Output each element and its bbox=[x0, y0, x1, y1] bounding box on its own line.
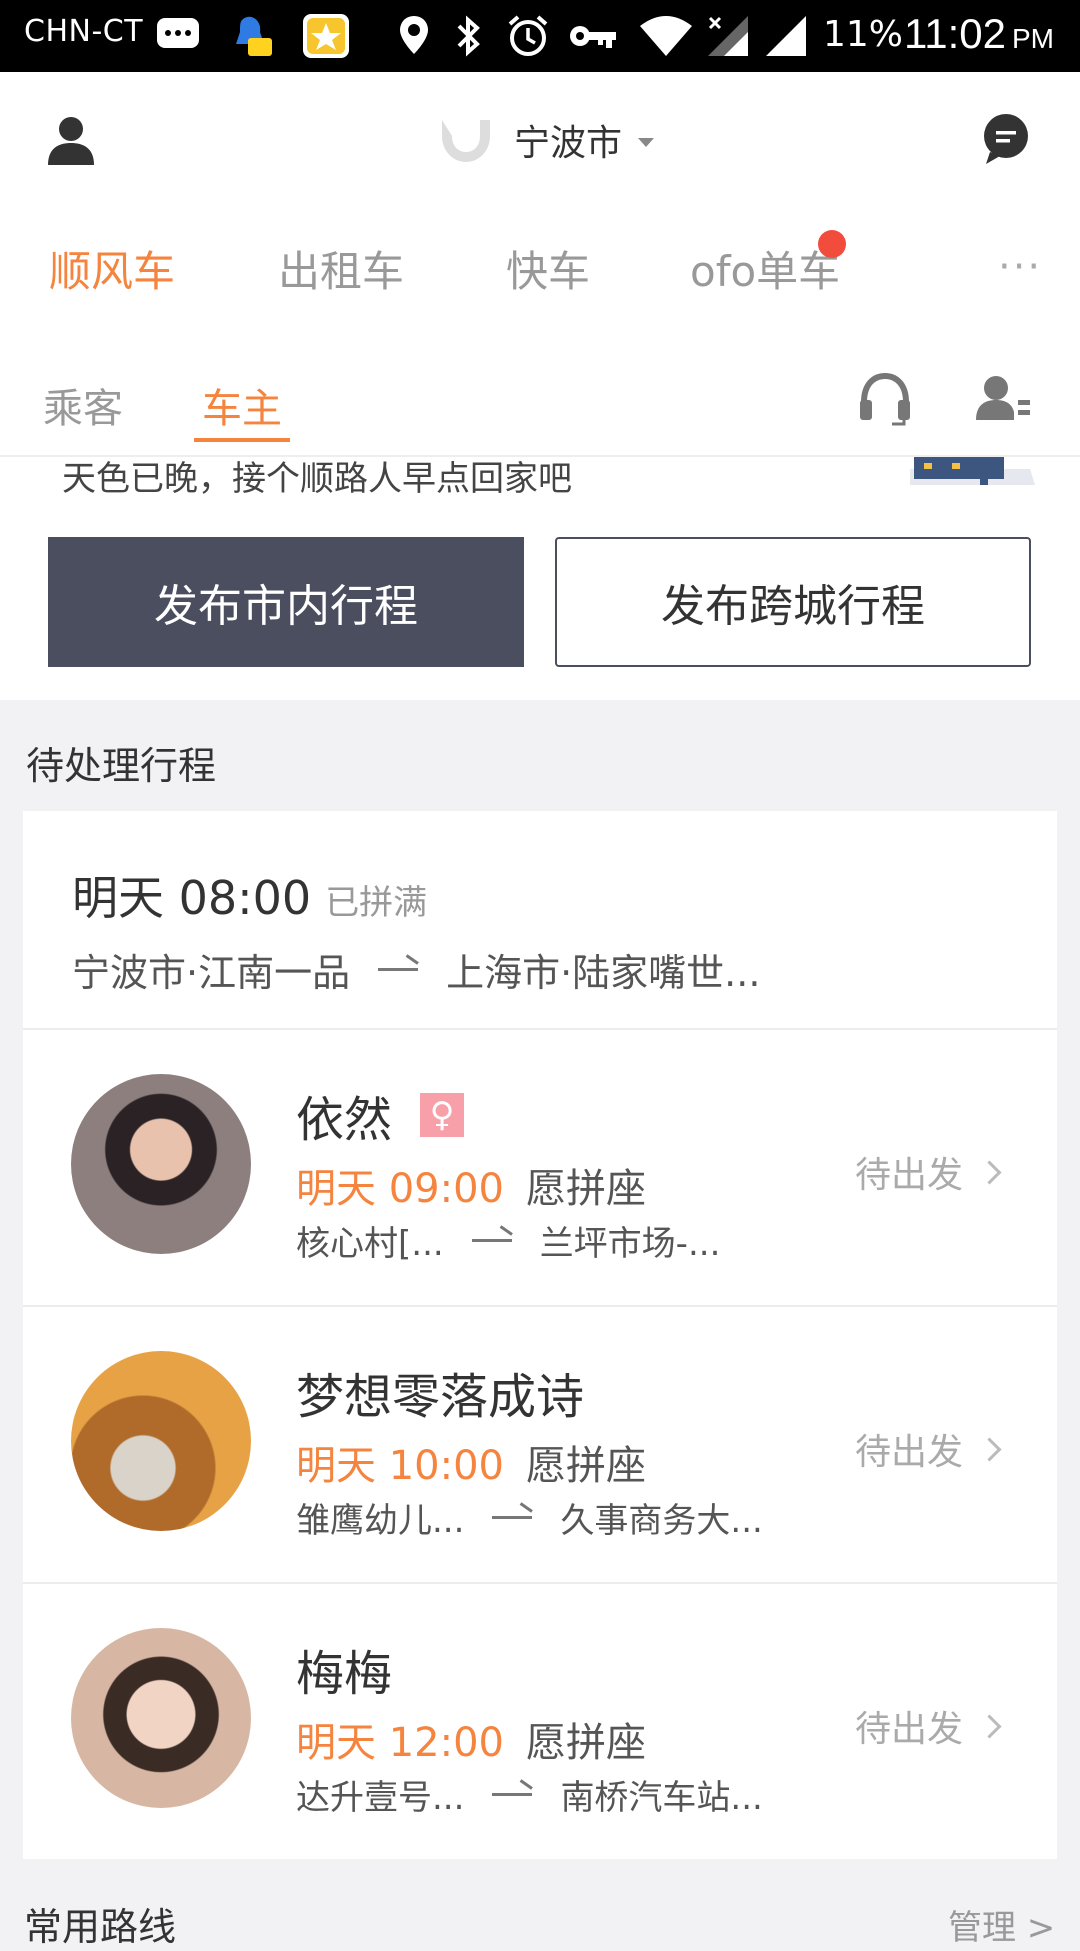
passenger-state: 待出发 bbox=[855, 1146, 1002, 1198]
caret-down-icon bbox=[638, 137, 655, 147]
passenger-avatar bbox=[71, 1074, 251, 1254]
user-icon bbox=[48, 117, 94, 165]
message-bubble-icon bbox=[984, 114, 1028, 164]
route-to: 南桥汽车站... bbox=[560, 1778, 763, 1818]
passenger-route: 核心村[... 兰坪市场-... bbox=[296, 1216, 720, 1265]
passenger-time-row: 明天 09:00 愿拼座 bbox=[296, 1156, 646, 1214]
service-tabs: 顺风车 出租车 快车 ofo单车 ··· bbox=[0, 230, 1080, 308]
passenger-route: 达升壹号... 南桥汽车站... bbox=[296, 1770, 763, 1819]
passenger-row[interactable]: 依然 ♀ 明天 09:00 愿拼座 核心村[... 兰坪市场-... 待出发 bbox=[23, 1030, 1057, 1306]
customer-service-button[interactable] bbox=[858, 372, 912, 432]
hot-badge-icon bbox=[818, 230, 846, 258]
passenger-name: 梦想零落成诗 bbox=[296, 1369, 585, 1425]
didi-logo-icon bbox=[442, 120, 490, 162]
passenger-row[interactable]: 梅梅 明天 12:00 愿拼座 达升壹号... 南桥汽车站... 待出发 bbox=[23, 1584, 1057, 1860]
wifi-icon bbox=[638, 14, 694, 58]
bluetooth-icon bbox=[453, 14, 483, 58]
tab-hitch[interactable]: 顺风车 bbox=[49, 238, 175, 299]
alarm-icon bbox=[506, 14, 550, 58]
qq-notification-icon bbox=[228, 14, 274, 58]
trip-summary[interactable]: 明天 08:00 已拼满 bbox=[72, 862, 427, 928]
carrier-label: CHN-CT bbox=[24, 14, 144, 49]
tab-passenger[interactable]: 乘客 bbox=[43, 376, 123, 434]
seat-preference: 愿拼座 bbox=[526, 1443, 646, 1489]
status-bar: CHN-CT 11% 11:02 PM bbox=[0, 0, 1080, 72]
more-services-button[interactable]: ··· bbox=[998, 244, 1042, 290]
arrow-right-icon bbox=[492, 1793, 533, 1796]
banner-illustration bbox=[910, 457, 1035, 489]
passenger-name-wrap: 依然 ♀ bbox=[296, 1080, 465, 1150]
headset-icon bbox=[860, 372, 910, 426]
passenger-name: 依然 bbox=[296, 1092, 393, 1148]
arrow-right-icon bbox=[492, 1516, 533, 1519]
publish-city-trip-button[interactable]: 发布市内行程 bbox=[48, 537, 524, 667]
seat-preference: 愿拼座 bbox=[526, 1166, 646, 1212]
passenger-time: 明天 12:00 bbox=[296, 1720, 504, 1766]
driver-profile-button[interactable] bbox=[976, 372, 1030, 432]
trip-route: 宁波市·江南一品 上海市·陆家嘴世... bbox=[72, 942, 760, 997]
state-label: 待出发 bbox=[855, 1432, 964, 1473]
passenger-time-row: 明天 12:00 愿拼座 bbox=[296, 1710, 646, 1768]
route-to: 兰坪市场-... bbox=[539, 1224, 721, 1264]
vpn-key-icon bbox=[568, 14, 620, 58]
banner-tagline: 天色已晚，接个顺路人早点回家吧 bbox=[62, 459, 572, 499]
tab-express[interactable]: 快车 bbox=[506, 238, 590, 299]
battery-level: 11% bbox=[823, 14, 904, 55]
passenger-state: 待出发 bbox=[855, 1423, 1002, 1475]
pending-trips-title: 待处理行程 bbox=[26, 744, 217, 788]
arrow-right-icon bbox=[378, 968, 419, 971]
messages-button[interactable] bbox=[982, 112, 1030, 164]
active-tab-indicator bbox=[194, 438, 290, 442]
passenger-time: 明天 09:00 bbox=[296, 1166, 504, 1212]
clock: 11:02 PM bbox=[904, 10, 1054, 57]
app-notification-icon bbox=[303, 14, 349, 58]
female-icon: ♀ bbox=[420, 1093, 465, 1137]
chevron-right-icon bbox=[977, 1159, 1002, 1185]
route-from: 达升壹号... bbox=[296, 1778, 465, 1818]
chevron-right-icon bbox=[977, 1436, 1002, 1462]
trip-status: 已拼满 bbox=[325, 883, 428, 923]
passenger-time: 明天 10:00 bbox=[296, 1443, 504, 1489]
signal-sim2-icon bbox=[764, 14, 808, 58]
common-routes-title: 常用路线 bbox=[24, 1905, 177, 1949]
passenger-route: 雏鹰幼儿... 久事商务大... bbox=[296, 1493, 763, 1542]
city-name: 宁波市 bbox=[514, 123, 623, 164]
passenger-name-wrap: 梅梅 bbox=[296, 1634, 392, 1704]
driver-card-icon bbox=[976, 376, 1030, 420]
arrow-right-icon bbox=[471, 1239, 512, 1242]
passenger-name-wrap: 梦想零落成诗 bbox=[296, 1357, 584, 1427]
route-from: 雏鹰幼儿... bbox=[296, 1501, 465, 1541]
passenger-state: 待出发 bbox=[855, 1700, 1002, 1752]
passenger-time-row: 明天 10:00 愿拼座 bbox=[296, 1433, 646, 1491]
passenger-row[interactable]: 梦想零落成诗 明天 10:00 愿拼座 雏鹰幼儿... 久事商务大... 待出发 bbox=[23, 1307, 1057, 1583]
location-icon bbox=[398, 14, 430, 58]
signal-sim1-icon bbox=[706, 14, 750, 58]
seat-preference: 愿拼座 bbox=[526, 1720, 646, 1766]
messages-notification-icon bbox=[155, 14, 201, 58]
city-selector[interactable]: 宁波市 bbox=[436, 108, 655, 172]
chevron-right-icon bbox=[977, 1713, 1002, 1739]
state-label: 待出发 bbox=[855, 1155, 964, 1196]
tab-taxi[interactable]: 出租车 bbox=[278, 238, 404, 299]
publish-intercity-trip-button[interactable]: 发布跨城行程 bbox=[555, 537, 1031, 667]
passenger-avatar bbox=[71, 1628, 251, 1808]
role-tabs: 乘客 车主 bbox=[0, 372, 1080, 456]
tab-driver[interactable]: 车主 bbox=[202, 376, 282, 434]
route-to: 上海市·陆家嘴世... bbox=[446, 951, 761, 995]
route-from: 宁波市·江南一品 bbox=[72, 951, 351, 995]
user-profile-button[interactable] bbox=[46, 115, 96, 167]
manage-routes-link[interactable]: 管理 > bbox=[948, 1900, 1055, 1949]
route-to: 久事商务大... bbox=[560, 1501, 763, 1541]
passenger-avatar bbox=[71, 1351, 251, 1531]
passenger-name: 梅梅 bbox=[296, 1646, 393, 1702]
trip-time: 明天 08:00 bbox=[72, 871, 312, 925]
state-label: 待出发 bbox=[855, 1709, 964, 1750]
route-from: 核心村[... bbox=[296, 1224, 444, 1264]
